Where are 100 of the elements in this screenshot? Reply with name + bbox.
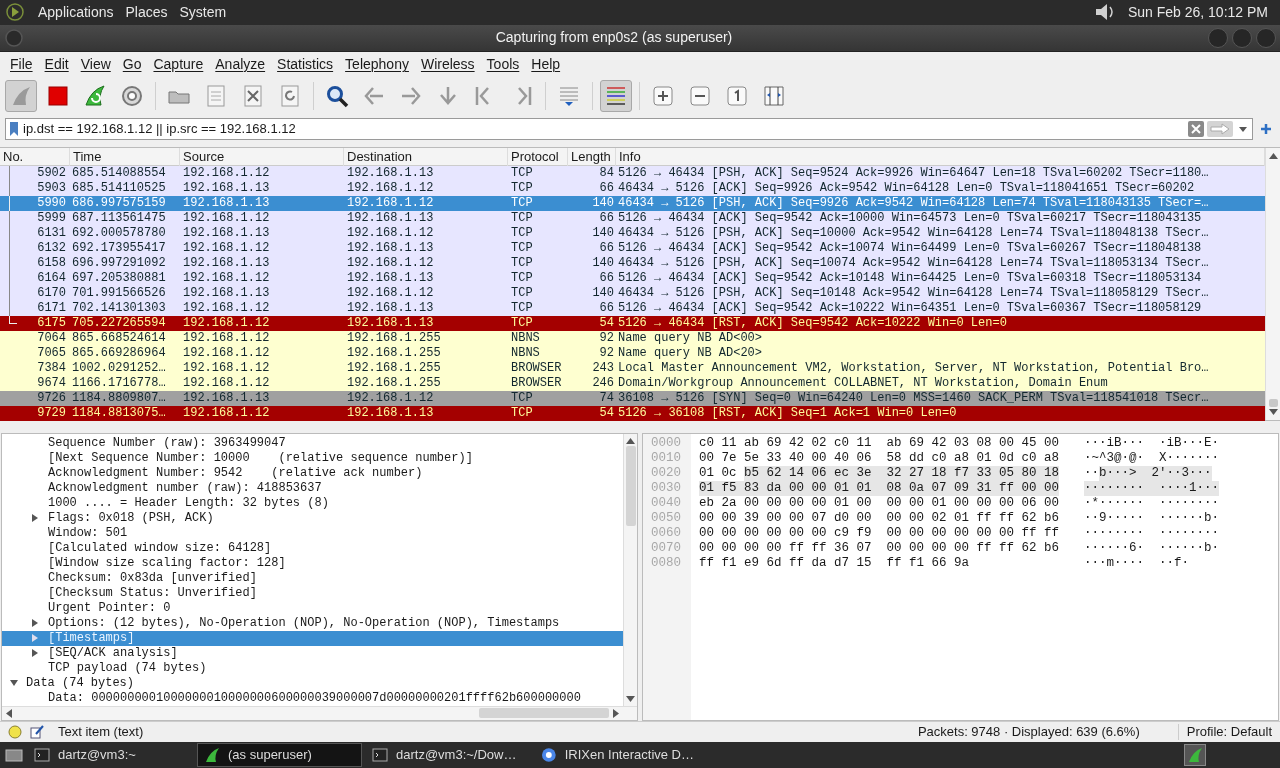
detail-row[interactable]: Window: 501: [2, 525, 623, 541]
packet-destination: 192.168.1.12: [346, 180, 435, 196]
ascii-text: b···> 2'··3···: [1099, 465, 1212, 481]
menu-item[interactable]: Wireless: [414, 54, 481, 76]
menu-item[interactable]: Edit: [38, 54, 75, 76]
packet-protocol: TCP: [510, 405, 534, 421]
minimize-button[interactable]: [1208, 27, 1228, 48]
ascii-text: ······6· ······b·: [1084, 540, 1220, 556]
packet-length: 140: [592, 255, 615, 271]
menu-item[interactable]: Capture: [147, 54, 210, 76]
launcher-icon: [4, 2, 26, 23]
column-header[interactable]: Length: [568, 147, 616, 166]
detail-text: Checksum: 0x83da [unverified]: [48, 570, 257, 586]
hex-offset: 0000: [650, 435, 682, 451]
packet-source: 192.168.1.13: [182, 195, 271, 211]
colorize-button[interactable]: [600, 79, 632, 112]
panel-menu[interactable]: Places: [125, 1, 168, 23]
packet-protocol: TCP: [510, 390, 534, 406]
scrollbar-thumb[interactable]: [625, 445, 636, 526]
column-header[interactable]: Time: [70, 147, 180, 166]
detail-row[interactable]: [Next Sequence Number: 10000 (relative sequence number)]: [2, 450, 623, 466]
packet-number: 6132: [37, 240, 67, 256]
scrollbar-thumb[interactable]: [1268, 398, 1278, 407]
packet-info: 46434 → 5126 [PSH, ACK] Seq=10074 Ack=9542 Win=64128 Len=74 TSval=118053134 TSecr…: [617, 255, 1210, 271]
detail-row[interactable]: Urgent Pointer: 0: [2, 600, 623, 616]
detail-row[interactable]: [Calculated window size: 64128]: [2, 540, 623, 556]
scrollbar[interactable]: [623, 433, 637, 706]
start-button[interactable]: [5, 79, 37, 112]
status-text: Text item (text): [58, 723, 144, 742]
packet-length: 92: [599, 345, 615, 361]
taskbar-item[interactable]: dartz@vm3:~/Dow…: [366, 743, 531, 768]
packet-source: 192.168.1.12: [182, 375, 271, 391]
packet-length: 140: [592, 195, 615, 211]
close-button[interactable]: [1256, 27, 1276, 48]
clock: Sun Feb 26, 10:12 PM: [1127, 2, 1269, 22]
menu-item[interactable]: View: [74, 54, 117, 76]
detail-text: Data (74 bytes): [26, 675, 135, 691]
packet-time: 1184.8809807…: [71, 390, 167, 406]
panel-menu[interactable]: Applications: [38, 1, 114, 23]
packet-time: 702.141301303: [71, 300, 167, 316]
packet-time: 685.514088554: [71, 165, 167, 181]
column-header[interactable]: Protocol: [508, 147, 568, 166]
hex-bytes: ff f1 e9 6d ff da d7 15 ff f1 66 9a: [699, 555, 970, 571]
detail-row[interactable]: Flags: 0x018 (PSH, ACK): [2, 510, 623, 526]
tray-button[interactable]: [1184, 744, 1206, 767]
packet-number: 9729: [37, 405, 67, 421]
detail-row[interactable]: Options: (12 bytes), No-Operation (NOP), No-Operation (NOP), Timestamps: [2, 615, 623, 631]
hex-offset: 0070: [650, 540, 682, 556]
packet-destination: 192.168.1.255: [346, 345, 442, 361]
taskbar-item[interactable]: IRIXen Interactive D…: [535, 743, 700, 768]
detail-row[interactable]: Sequence Number (raw): 3963499047: [2, 435, 623, 451]
scrollbar[interactable]: [2, 705, 637, 720]
menu-item[interactable]: Go: [116, 54, 148, 76]
hex-bytes: eb 2a 00 00 00 00 01 00 00 00 01 00 00 00 06 00: [699, 495, 1060, 511]
detail-row[interactable]: [Window size scaling factor: 128]: [2, 555, 623, 571]
hex-bytes: 00 00 00 00 00 00 c9 f9 00 00 00 00 00 00 ff ff: [699, 525, 1060, 541]
scrollbar-thumb[interactable]: [479, 708, 609, 719]
menu-item[interactable]: Statistics: [271, 54, 340, 76]
column-header[interactable]: Destination: [344, 147, 508, 166]
menu-item[interactable]: Telephony: [339, 54, 415, 76]
packet-info: Name query NB AD<00>: [617, 330, 764, 346]
packet-info: 46434 → 5126 [PSH, ACK] Seq=10000 Ack=9542 Win=64128 Len=74 TSval=118048138 TSecr…: [617, 225, 1210, 241]
detail-row[interactable]: [Checksum Status: Unverified]: [2, 585, 623, 601]
detail-row[interactable]: 1000 .... = Header Length: 32 bytes (8): [2, 495, 623, 511]
taskbar-item[interactable]: dartz@vm3:~: [28, 743, 193, 768]
menu-item[interactable]: File: [4, 54, 39, 76]
taskbar-item[interactable]: (as superuser): [197, 743, 362, 768]
right-arrow-icon: [613, 708, 619, 718]
packet-protocol: TCP: [510, 210, 534, 226]
profile-text: Profile: Default: [1186, 723, 1272, 742]
packet-protocol: TCP: [510, 285, 534, 301]
detail-row[interactable]: Checksum: 0x83da [unverified]: [2, 570, 623, 586]
filter-field[interactable]: ip.dst == 192.168.1.12 || ip.src == 192.168.1.12: [5, 118, 1253, 141]
detail-row[interactable]: [SEQ/ACK analysis]: [2, 645, 623, 661]
menu-item[interactable]: Analyze: [209, 54, 272, 76]
maximize-button[interactable]: [1232, 27, 1252, 48]
packet-time: 1002.0291252…: [71, 360, 167, 376]
filter-input[interactable]: ip.dst == 192.168.1.12 || ip.src == 192.168.1.12: [23, 119, 1185, 139]
panel-menu[interactable]: System: [179, 1, 227, 23]
detail-row[interactable]: TCP payload (74 bytes): [2, 660, 623, 676]
packet-destination: 192.168.1.13: [346, 300, 435, 316]
detail-row[interactable]: Acknowledgment number (raw): 418853637: [2, 480, 623, 496]
detail-row[interactable]: Acknowledgment Number: 9542 (relative ack number): [2, 465, 623, 481]
scrollbar[interactable]: [1265, 147, 1280, 420]
packet-destination: 192.168.1.12: [346, 285, 435, 301]
hex-offset: 0060: [650, 525, 682, 541]
hex-offset: 0010: [650, 450, 682, 466]
packet-info: 5126 → 46434 [ACK] Seq=9542 Ack=10222 Win=64351 Len=0 TSval=60367 TSecr=118058129: [617, 300, 1203, 316]
menu-item[interactable]: Help: [525, 54, 567, 76]
column-header[interactable]: Source: [180, 147, 344, 166]
menu-item[interactable]: Tools: [480, 54, 526, 76]
packet-destination: 192.168.1.255: [346, 375, 442, 391]
clear-button[interactable]: [1188, 121, 1204, 138]
packet-number: 9674: [37, 375, 67, 391]
packet-protocol: NBNS: [510, 345, 541, 361]
packet-protocol: TCP: [510, 315, 534, 331]
column-header[interactable]: No.: [0, 147, 70, 166]
packet-protocol: TCP: [510, 255, 534, 271]
desktop-icon: [4, 746, 24, 765]
detail-row[interactable]: Data (74 bytes): [2, 675, 623, 691]
